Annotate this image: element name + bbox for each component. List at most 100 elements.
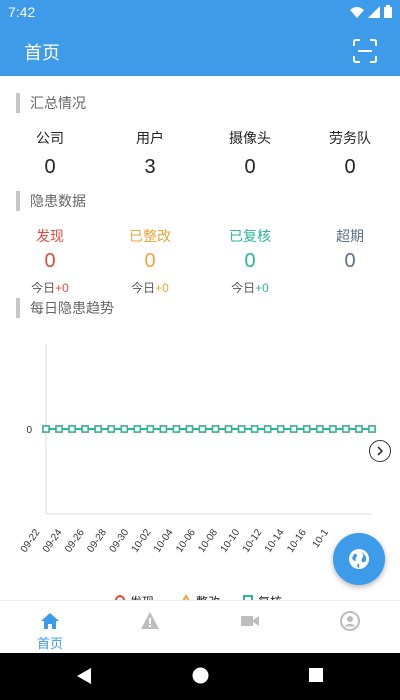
x-tick-label: 10-12 <box>241 527 265 555</box>
summary-value: 0 <box>344 156 356 178</box>
chart-scroll-right-button[interactable] <box>369 440 391 462</box>
data-point <box>120 425 128 433</box>
section-marker <box>16 93 20 113</box>
x-tick-label: 09-26 <box>63 527 87 555</box>
data-point <box>342 425 350 433</box>
status-bar: 7:42 <box>0 0 400 24</box>
data-point <box>55 425 63 433</box>
warning-icon <box>141 612 159 629</box>
system-icons <box>350 5 392 18</box>
trend-title: 每日隐患趋势 <box>30 300 114 316</box>
hazard-today: 今日+0 <box>0 279 100 296</box>
chevron-right-icon <box>377 446 384 456</box>
today-label: 今日 <box>231 281 256 295</box>
signal-icon <box>368 5 380 18</box>
wifi-icon <box>350 6 364 18</box>
summary-label: 摄像头 <box>229 130 271 146</box>
back-icon[interactable] <box>76 667 92 685</box>
data-point <box>185 425 194 433</box>
hazard-overdue[interactable]: 超期 0 <box>300 226 400 296</box>
status-time: 7:42 <box>8 4 36 20</box>
hazard-today: 今日+0 <box>200 279 300 296</box>
today-delta: +0 <box>155 281 169 295</box>
data-point <box>224 425 233 433</box>
hazard-found[interactable]: 发现 0 今日+0 <box>0 226 100 296</box>
hazard-label: 超期 <box>336 228 364 244</box>
today-label: 今日 <box>131 281 156 295</box>
data-point <box>94 425 102 433</box>
data-point <box>355 425 363 433</box>
video-icon <box>241 616 259 626</box>
data-point <box>42 425 50 433</box>
recents-icon[interactable] <box>308 667 324 683</box>
section-marker <box>16 191 20 211</box>
x-tick-label: 09-30 <box>108 527 132 555</box>
y-tick-label: 0 <box>26 425 32 436</box>
summary-cameras[interactable]: 摄像头 0 <box>200 128 300 179</box>
hazard-section-title: 隐患数据 <box>16 190 86 212</box>
summary-value: 0 <box>44 156 56 178</box>
x-tick-label: 10-06 <box>174 527 198 555</box>
section-marker <box>16 298 20 318</box>
hazard-value: 0 <box>144 250 156 272</box>
today-delta: +0 <box>255 281 269 295</box>
system-nav-bar <box>0 653 400 700</box>
hazard-label: 已整改 <box>129 228 171 244</box>
summary-labor-teams[interactable]: 劳务队 0 <box>300 128 400 179</box>
summary-label: 用户 <box>136 130 164 146</box>
data-point <box>329 425 337 433</box>
tab-video[interactable] <box>200 601 300 654</box>
user-icon <box>340 611 360 631</box>
data-point <box>276 425 285 433</box>
summary-section-title: 汇总情况 <box>16 92 86 114</box>
data-point <box>303 425 311 433</box>
x-tick-label: 10-14 <box>263 527 287 555</box>
tab-profile[interactable] <box>300 601 400 654</box>
bottom-tab-bar: 首页 <box>0 600 400 653</box>
data-point <box>146 425 155 433</box>
scan-icon[interactable] <box>352 38 378 64</box>
summary-value: 3 <box>144 156 156 178</box>
globe-fab-button[interactable] <box>333 533 385 585</box>
x-tick-label: 10-08 <box>196 527 220 555</box>
summary-label: 劳务队 <box>329 130 371 146</box>
x-tick-label: 09-22 <box>19 527 43 555</box>
globe-icon <box>349 549 369 569</box>
home-nav-icon[interactable] <box>192 667 209 684</box>
data-point <box>107 425 115 433</box>
data-point <box>263 425 272 433</box>
home-icon <box>41 613 59 629</box>
tab-home[interactable]: 首页 <box>0 601 100 654</box>
hazard-reviewed[interactable]: 已复核 0 今日+0 <box>200 226 300 296</box>
data-point <box>68 425 76 433</box>
data-point <box>368 425 376 433</box>
data-point <box>198 425 207 433</box>
x-tick-label: 09-28 <box>85 527 109 555</box>
data-point <box>290 425 298 433</box>
today-delta: +0 <box>55 281 69 295</box>
data-point <box>237 425 246 433</box>
data-point <box>172 425 181 433</box>
x-tick-label: 10-02 <box>130 527 154 555</box>
app-bar: 首页 <box>0 24 400 76</box>
data-point <box>250 425 259 433</box>
x-tick-label: 10-10 <box>219 527 243 555</box>
hazard-rectified[interactable]: 已整改 0 今日+0 <box>100 226 200 296</box>
summary-title: 汇总情况 <box>30 95 86 111</box>
data-point <box>81 425 89 433</box>
trend-section-title: 每日隐患趋势 <box>16 297 114 319</box>
hazard-today: 今日+0 <box>100 279 200 296</box>
hazard-title: 隐患数据 <box>30 193 86 209</box>
summary-users[interactable]: 用户 3 <box>100 128 200 179</box>
hazard-label: 已复核 <box>229 228 271 244</box>
data-point <box>159 425 168 433</box>
tab-hazards[interactable] <box>100 601 200 654</box>
summary-stats: 公司 0 用户 3 摄像头 0 劳务队 0 <box>0 128 400 179</box>
battery-icon <box>384 5 392 18</box>
hazard-value: 0 <box>244 250 256 272</box>
x-tick-label: 09-24 <box>41 527 65 555</box>
summary-label: 公司 <box>36 130 64 146</box>
summary-company[interactable]: 公司 0 <box>0 128 100 179</box>
hazard-stats: 发现 0 今日+0 已整改 0 今日+0 已复核 0 今日+0 超期 0 <box>0 226 400 296</box>
hazard-label: 发现 <box>36 228 64 244</box>
